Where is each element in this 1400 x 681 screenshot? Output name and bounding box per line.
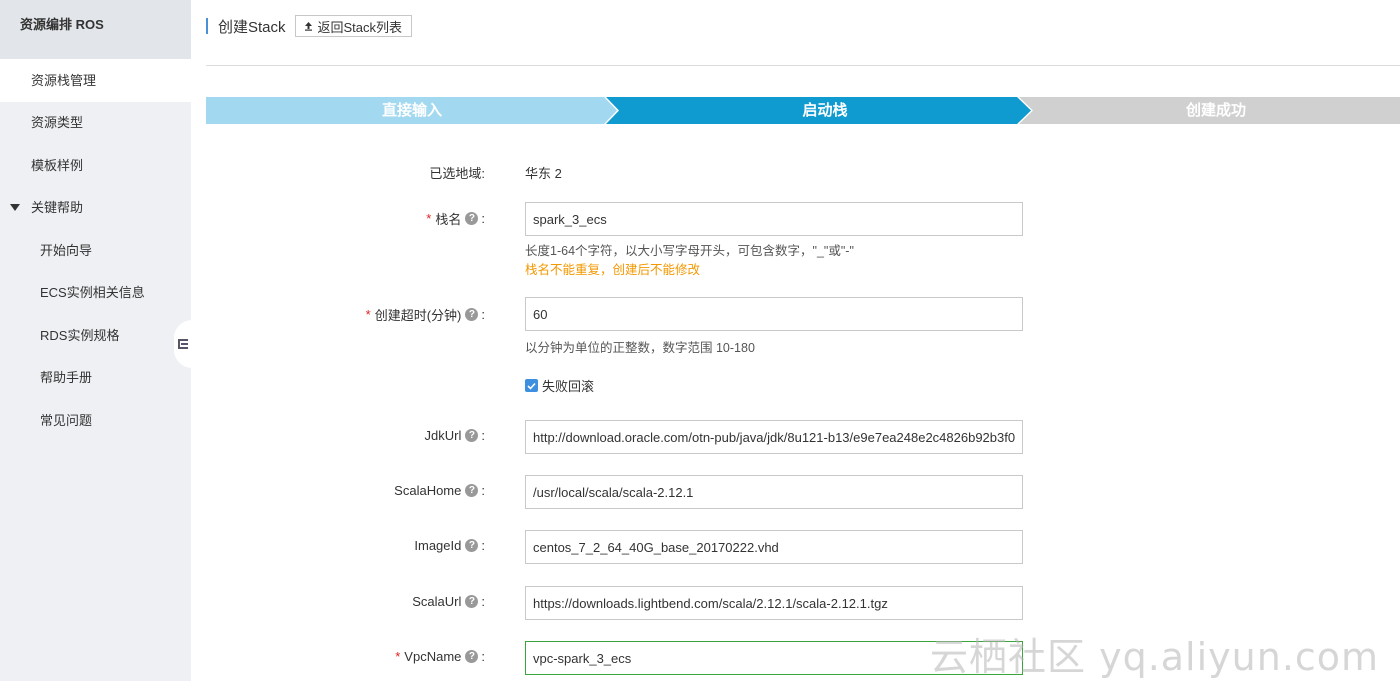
jdk-url-input[interactable] bbox=[525, 420, 1023, 454]
help-icon[interactable]: ? bbox=[465, 539, 479, 552]
sidebar-item-label: RDS实例规格 bbox=[40, 328, 120, 343]
image-id-label-row: ImageId ? : bbox=[414, 538, 485, 553]
sidebar-item-faq[interactable]: 常见问题 bbox=[0, 399, 191, 442]
label-colon: : bbox=[481, 307, 485, 322]
sidebar-item-label: 资源栈管理 bbox=[31, 73, 97, 88]
timeout-label: 创建超时(分钟) bbox=[374, 308, 462, 323]
image-id-label: ImageId bbox=[414, 538, 462, 553]
vpc-name-label-row: * VpcName ? : bbox=[395, 649, 485, 664]
sidebar-item-resource-types[interactable]: 资源类型 bbox=[0, 101, 191, 144]
region-label: 已选地域: bbox=[429, 166, 485, 181]
help-icon[interactable]: ? bbox=[465, 650, 479, 663]
back-to-stack-list-button[interactable]: 返回Stack列表 bbox=[294, 15, 413, 37]
sidebar-item-label: 资源类型 bbox=[31, 115, 84, 130]
sidebar: 资源编排 ROS 资源栈管理 资源类型 模板样例 关键帮助 开始向导 ECS实例… bbox=[0, 0, 191, 681]
collapse-menu-icon bbox=[178, 339, 188, 349]
upload-icon bbox=[304, 22, 312, 31]
title-accent-bar bbox=[206, 18, 208, 34]
label-colon: : bbox=[481, 594, 485, 609]
scala-home-label: ScalaHome bbox=[394, 483, 462, 498]
help-icon[interactable]: ? bbox=[465, 595, 479, 608]
timeout-input[interactable] bbox=[525, 297, 1023, 331]
rollback-label: 失败回滚 bbox=[542, 379, 595, 394]
sidebar-item-label: 关键帮助 bbox=[31, 200, 84, 215]
scala-url-label-row: ScalaUrl ? : bbox=[412, 594, 485, 609]
required-asterisk: * bbox=[395, 649, 401, 664]
vpc-name-label: VpcName bbox=[404, 649, 462, 664]
sidebar-item-getting-started[interactable]: 开始向导 bbox=[0, 229, 191, 272]
help-icon[interactable]: ? bbox=[465, 308, 479, 321]
page-title: 创建Stack bbox=[218, 18, 286, 36]
sidebar-item-rds-specs[interactable]: RDS实例规格 bbox=[0, 314, 191, 357]
scala-url-label: ScalaUrl bbox=[412, 594, 462, 609]
region-value: 华东 2 bbox=[525, 166, 562, 181]
sidebar-item-ecs-info[interactable]: ECS实例相关信息 bbox=[0, 271, 191, 314]
label-colon: : bbox=[481, 538, 485, 553]
sidebar-item-label: 模板样例 bbox=[31, 158, 84, 173]
sidebar-item-help-manual[interactable]: 帮助手册 bbox=[0, 356, 191, 399]
label-colon: : bbox=[481, 211, 485, 226]
help-icon[interactable]: ? bbox=[465, 429, 479, 442]
label-colon: : bbox=[481, 649, 485, 664]
sidebar-item-label: 开始向导 bbox=[40, 243, 93, 258]
checkbox-checked-icon bbox=[525, 379, 538, 392]
scala-home-label-row: ScalaHome ? : bbox=[394, 483, 485, 498]
sidebar-item-label: 常见问题 bbox=[40, 413, 93, 428]
stack-name-input[interactable] bbox=[525, 202, 1023, 236]
caret-down-icon bbox=[10, 204, 20, 211]
timeout-label-row: * 创建超时(分钟) ? : bbox=[366, 305, 485, 324]
page-header: 创建Stack 返回Stack列表 bbox=[206, 14, 413, 38]
rollback-checkbox[interactable]: 失败回滚 bbox=[525, 376, 594, 395]
required-asterisk: * bbox=[426, 211, 432, 226]
step-2-label: 启动栈 bbox=[802, 102, 848, 119]
sidebar-item-label: 帮助手册 bbox=[40, 370, 93, 385]
help-icon[interactable]: ? bbox=[465, 212, 479, 225]
sidebar-item-stack-management[interactable]: 资源栈管理 bbox=[0, 59, 191, 102]
stack-name-label: 栈名 bbox=[435, 212, 462, 227]
jdk-url-label-row: JdkUrl ? : bbox=[425, 428, 485, 443]
jdk-url-label: JdkUrl bbox=[424, 428, 462, 443]
label-colon: : bbox=[481, 428, 485, 443]
scala-url-input[interactable] bbox=[525, 586, 1023, 620]
stack-name-warning: 栈名不能重复，创建后不能修改 bbox=[525, 263, 701, 277]
stack-name-label-row: * 栈名 ? : bbox=[426, 209, 485, 228]
required-asterisk: * bbox=[365, 307, 371, 322]
back-button-label: 返回Stack列表 bbox=[317, 19, 403, 35]
watermark: 云栖社区 yq.aliyun.com bbox=[930, 635, 1380, 679]
progress-stepper: 直接输入 启动栈 创建成功 bbox=[206, 97, 1400, 124]
step-3-label: 创建成功 bbox=[1185, 102, 1246, 119]
sidebar-collapse-toggle[interactable] bbox=[174, 320, 192, 368]
sidebar-title: 资源编排 ROS bbox=[0, 0, 191, 60]
timeout-hint: 以分钟为单位的正整数，数字范围 10-180 bbox=[525, 341, 755, 355]
label-colon: : bbox=[481, 483, 485, 498]
sidebar-item-template-samples[interactable]: 模板样例 bbox=[0, 144, 191, 187]
stack-name-hint: 长度1-64个字符，以大小写字母开头，可包含数字，"_"或"-" bbox=[525, 244, 854, 258]
sidebar-item-label: ECS实例相关信息 bbox=[40, 285, 145, 300]
scala-home-input[interactable] bbox=[525, 475, 1023, 509]
step-1-label: 直接输入 bbox=[381, 102, 442, 119]
header-divider bbox=[206, 65, 1400, 66]
help-icon[interactable]: ? bbox=[465, 484, 479, 497]
sidebar-item-key-help[interactable]: 关键帮助 bbox=[0, 186, 191, 229]
image-id-input[interactable] bbox=[525, 530, 1023, 564]
